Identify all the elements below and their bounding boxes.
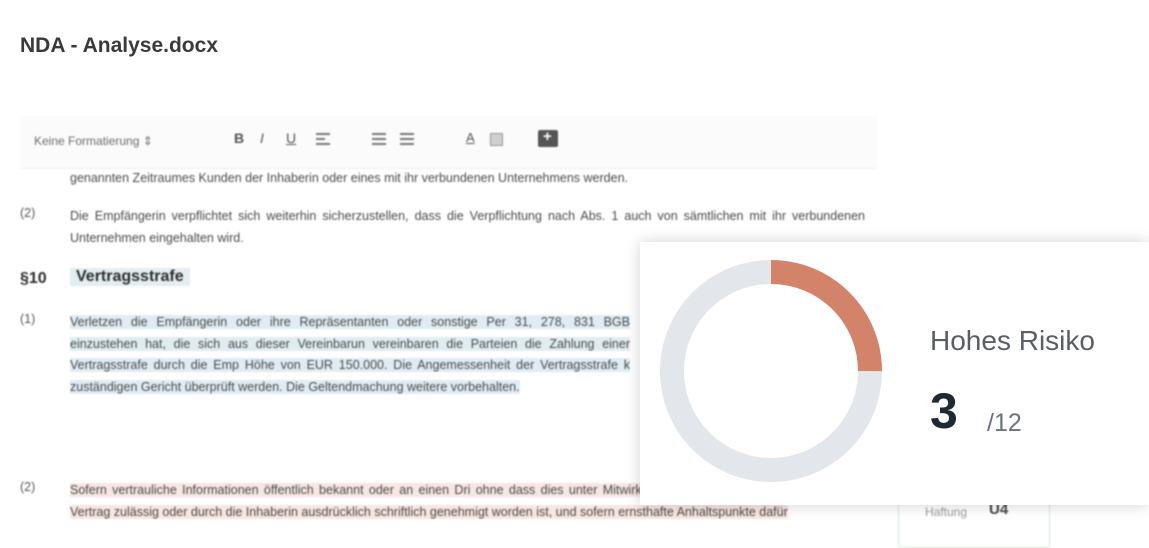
formatting-toolbar: Keine Formatierung ⇕ B I U A [20,116,878,169]
ordered-list-icon[interactable] [372,133,386,145]
document-title: NDA - Analyse.docx [20,34,218,57]
section-number: §10 [20,270,47,287]
paragraph-number: (1) [20,312,36,326]
bold-button[interactable]: B [234,130,244,146]
section-title: Vertragsstrafe [70,268,190,286]
risk-count: 3 [930,383,958,439]
paragraph-number: (2) [20,206,36,220]
category-label: Haftung [925,505,968,519]
risk-total: /12 [987,409,1022,437]
add-comment-icon[interactable] [538,128,558,147]
bullet-list-icon[interactable] [400,133,414,145]
font-color-button[interactable]: A [466,130,475,145]
italic-button[interactable]: I [260,130,264,146]
risk-level-label: Hohes Risiko [930,325,1095,356]
paragraph-text-highlighted[interactable]: Verletzen die Empfängerin oder ihre Repr… [70,312,630,398]
align-left-icon[interactable] [316,133,330,145]
underline-button[interactable]: U [286,130,296,146]
format-select[interactable]: Keine Formatierung ⇕ [34,134,153,148]
paragraph-number: (2) [20,480,36,494]
clear-format-icon[interactable] [490,133,503,146]
paragraph-line: genannten Zeitraumes Kunden der Inhaberi… [70,171,628,185]
risk-ring-chart [660,260,882,482]
risk-score-card: Hohes Risiko 3 /12 [640,242,1149,505]
